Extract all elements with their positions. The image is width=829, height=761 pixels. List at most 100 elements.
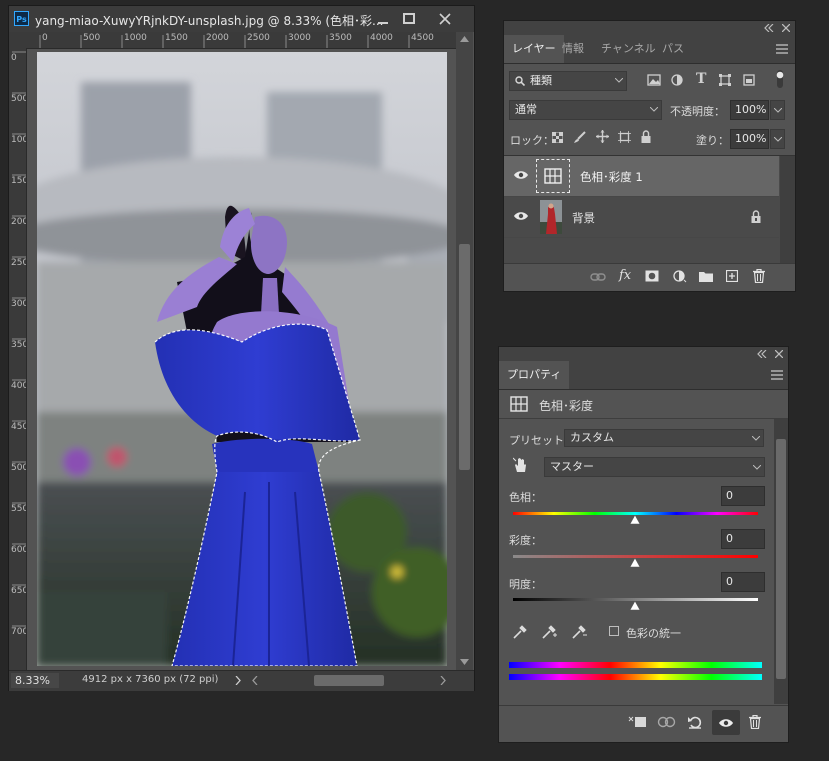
vertical-scroll-thumb[interactable]	[459, 244, 470, 470]
properties-scroll-thumb[interactable]	[776, 439, 786, 679]
lock-artboard-icon[interactable]	[618, 131, 631, 143]
image-filter-icon[interactable]	[647, 74, 661, 86]
eyedropper-plus-icon[interactable]	[542, 625, 558, 639]
fill-dropdown-button[interactable]	[770, 129, 785, 149]
saturation-input[interactable]: 0	[721, 529, 765, 549]
hue-slider-thumb[interactable]	[630, 515, 640, 524]
layer-thumbnail[interactable]	[536, 159, 570, 193]
visibility-eye-icon[interactable]	[514, 210, 528, 222]
collapse-icon[interactable]	[764, 24, 774, 32]
chevron-right-icon[interactable]	[235, 676, 241, 685]
scroll-left-icon[interactable]	[252, 676, 258, 685]
eyedropper-minus-icon[interactable]	[572, 625, 588, 639]
ruler-tick: 500	[83, 33, 101, 43]
colorize-label[interactable]: 色彩の統一	[626, 625, 681, 641]
layers-tabbar: レイヤー 情報 チャンネル パス	[504, 35, 795, 64]
delete-layer-icon[interactable]	[753, 269, 765, 283]
tab-paths[interactable]: パス	[654, 35, 692, 63]
visibility-eye-icon[interactable]	[514, 169, 528, 181]
toggle-visibility-button[interactable]	[712, 710, 740, 735]
layer-thumbnail[interactable]	[540, 200, 562, 234]
lock-all-icon[interactable]	[641, 130, 651, 143]
layer-name[interactable]: 背景	[572, 210, 595, 226]
maximize-button[interactable]	[395, 9, 423, 29]
channel-dropdown[interactable]: マスター	[544, 457, 765, 477]
colorize-checkbox[interactable]	[609, 626, 619, 636]
close-icon[interactable]	[775, 350, 783, 358]
panel-menu-icon[interactable]	[771, 370, 783, 380]
panel-header[interactable]	[499, 347, 788, 361]
fx-icon[interactable]: fx	[619, 268, 631, 283]
opacity-dropdown-button[interactable]	[770, 100, 785, 120]
layer-filter-dropdown[interactable]: 種類	[509, 71, 627, 91]
photo-image	[37, 52, 447, 666]
chevron-down-icon	[615, 78, 623, 83]
hue-input[interactable]: 0	[721, 486, 765, 506]
layer-row-background[interactable]: 背景	[504, 197, 779, 238]
ruler-tick: 500	[11, 94, 27, 104]
type-filter-icon[interactable]: T	[696, 71, 706, 87]
hue-label: 色相：	[509, 491, 542, 504]
lock-image-pixels-icon[interactable]	[574, 131, 586, 143]
shape-filter-icon[interactable]	[719, 74, 731, 86]
lightness-input[interactable]: 0	[721, 572, 765, 592]
lock-icon	[751, 210, 761, 223]
targeted-adjustment-hand-icon[interactable]	[513, 457, 527, 472]
opacity-input[interactable]: 100%	[730, 100, 769, 120]
panel-menu-icon[interactable]	[776, 44, 788, 54]
lightness-slider-thumb[interactable]	[630, 601, 640, 610]
minimize-button[interactable]	[369, 9, 397, 29]
layer-name[interactable]: 色相･彩度 1	[580, 169, 643, 185]
adjustment-header: 色相･彩度	[499, 390, 788, 419]
fill-input[interactable]: 100%	[730, 129, 769, 149]
ruler-corner[interactable]	[9, 32, 26, 48]
ruler-tick: 1500	[165, 33, 188, 43]
ruler-tick: 1000	[11, 135, 26, 145]
vertical-scrollbar[interactable]	[456, 32, 473, 670]
add-mask-icon[interactable]	[645, 270, 659, 282]
ruler-tick: 3500	[329, 33, 352, 43]
ruler-tick: 3000	[11, 299, 26, 309]
lightness-label: 明度：	[509, 578, 542, 591]
horizontal-scroll-thumb[interactable]	[314, 675, 384, 686]
saturation-label: 彩度：	[509, 534, 542, 547]
delete-adjustment-icon[interactable]	[749, 715, 761, 729]
preset-dropdown[interactable]: カスタム	[564, 429, 764, 447]
reset-icon[interactable]	[688, 715, 702, 729]
scroll-right-icon[interactable]	[440, 676, 446, 685]
eyedropper-icon[interactable]	[513, 625, 527, 639]
filter-toggle-switch[interactable]	[776, 70, 784, 88]
properties-scrollbar[interactable]	[774, 419, 788, 704]
clip-to-layer-icon[interactable]	[627, 716, 647, 728]
new-layer-icon[interactable]	[726, 270, 738, 282]
zoom-level-field[interactable]: 8.33%	[11, 673, 59, 688]
vertical-ruler[interactable]: 0 500 1000 1500 2000 2500 3000 3500 4000…	[9, 48, 27, 670]
layer-row-hue-saturation[interactable]: 色相･彩度 1	[504, 156, 779, 197]
view-previous-state-icon[interactable]	[657, 716, 677, 728]
input-color-bar	[509, 662, 762, 668]
lock-label: ロック：	[510, 134, 554, 147]
chevron-down-icon	[774, 108, 782, 113]
panel-header[interactable]	[504, 21, 795, 35]
fill-label: 塗り：	[696, 134, 729, 147]
smart-object-filter-icon[interactable]	[743, 74, 755, 86]
document-canvas[interactable]	[37, 52, 447, 666]
close-window-button[interactable]	[431, 9, 459, 29]
new-group-folder-icon[interactable]	[699, 271, 713, 282]
link-layers-icon[interactable]	[590, 272, 606, 282]
document-titlebar[interactable]: Ps yang-miao-XuwyYRjnkDY-unsplash.jpg @ …	[9, 6, 474, 32]
adjustment-title: 色相･彩度	[539, 399, 594, 413]
horizontal-ruler[interactable]: 0 500 1000 1500 2000 2500 3000 3500 4000…	[26, 32, 456, 49]
lock-position-icon[interactable]	[596, 130, 609, 143]
new-adjustment-layer-icon[interactable]	[673, 270, 687, 283]
saturation-slider-thumb[interactable]	[630, 558, 640, 567]
ruler-tick: 7000	[11, 627, 26, 637]
layer-list-scrollbar[interactable]	[780, 156, 795, 264]
adjustment-filter-icon[interactable]	[671, 74, 683, 86]
tab-info[interactable]: 情報	[554, 35, 592, 63]
blend-mode-dropdown[interactable]: 通常	[509, 100, 662, 120]
tab-properties[interactable]: プロパティ	[499, 361, 570, 389]
close-icon[interactable]	[782, 24, 790, 32]
collapse-icon[interactable]	[757, 350, 767, 358]
lock-transparent-pixels-icon[interactable]	[552, 132, 563, 143]
